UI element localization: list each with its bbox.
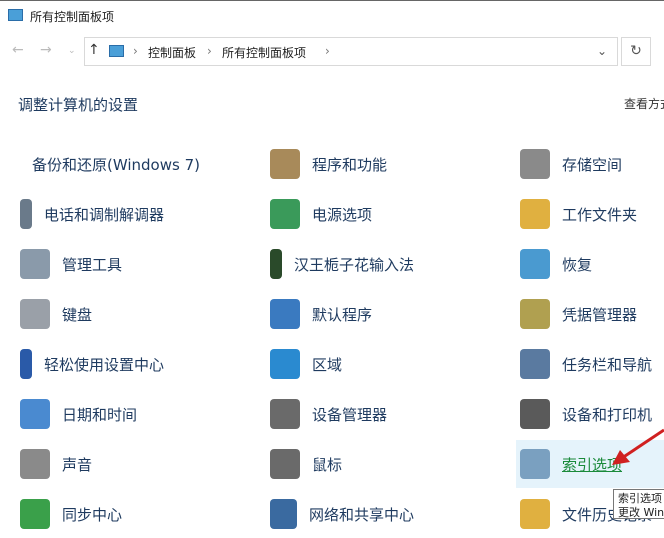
control-panel-item[interactable]: 日期和时间 [16,390,164,438]
item-icon [270,299,300,329]
item-label: 日期和时间 [62,405,138,424]
item-icon [520,499,550,529]
item-icon [20,249,50,279]
item-label: 键盘 [62,305,93,324]
item-label: 存储空间 [562,155,623,174]
item-icon [520,449,550,479]
item-label: 默认程序 [312,305,373,324]
control-panel-item[interactable]: 备份和还原(Windows 7) [16,140,200,188]
item-icon [520,299,550,329]
item-label: 程序和功能 [312,155,388,174]
recent-dropdown-icon[interactable]: ⌄ [68,46,76,56]
control-panel-item[interactable]: 电源选项 [266,190,414,238]
item-icon [520,149,550,179]
breadcrumb-all-items[interactable]: 所有控制面板项 [222,44,306,61]
item-icon [270,499,297,529]
control-panel-item[interactable]: 任务栏和导航 [516,340,664,388]
control-panel-item[interactable]: 设备管理器 [266,390,414,438]
item-label: 轻松使用设置中心 [43,355,164,374]
tooltip-title: 索引选项 [618,492,662,505]
control-panel-item[interactable]: 声音 [16,440,164,488]
item-label: 恢复 [562,255,593,274]
tooltip: 索引选项 更改 Windows 索引 [613,489,664,519]
item-label: 电源选项 [312,205,373,224]
item-label: 工作文件夹 [562,205,638,224]
control-panel-item[interactable]: 程序和功能 [266,140,414,188]
control-panel-icon [8,9,23,21]
control-panel-item[interactable]: 网络和共享中心 [266,490,414,538]
item-label: 鼠标 [312,455,343,474]
forward-icon[interactable]: → [40,42,52,58]
item-icon [20,299,50,329]
item-label: 网络和共享中心 [308,505,414,524]
item-icon [520,249,550,279]
item-label: 电话和调制解调器 [43,205,164,224]
control-panel-item[interactable]: 键盘 [16,290,164,338]
control-panel-item[interactable]: 鼠标 [266,440,414,488]
item-icon [20,399,50,429]
item-label: 备份和还原(Windows 7) [32,155,200,174]
item-label: 设备管理器 [312,405,388,424]
item-icon [520,399,550,429]
item-label: 声音 [62,455,93,474]
item-icon [20,449,50,479]
chevron-down-icon[interactable]: ⌄ [597,44,607,58]
item-icon [270,349,300,379]
address-bar[interactable]: › 控制面板 › 所有控制面板项 › ⌄ [84,37,618,66]
item-icon [20,499,50,529]
window-title: 所有控制面板项 [30,10,115,24]
item-label: 汉王栀子花输入法 [293,255,414,274]
item-icon [270,249,282,279]
control-panel-item[interactable]: 区域 [266,340,414,388]
control-panel-item[interactable]: 管理工具 [16,240,164,288]
item-label: 凭据管理器 [562,305,638,324]
control-panel-item[interactable]: 存储空间 [516,140,664,188]
breadcrumb-control-panel[interactable]: 控制面板 [148,44,196,61]
control-panel-item[interactable]: 汉王栀子花输入法 [266,240,414,288]
item-icon [20,349,32,379]
chevron-right-icon: › [133,44,138,58]
control-panel-item[interactable]: 轻松使用设置中心 [16,340,164,388]
refresh-button[interactable]: ↻ [621,37,651,66]
chevron-right-icon: › [207,44,212,58]
item-icon [270,449,300,479]
control-panel-item[interactable]: 工作文件夹 [516,190,664,238]
item-label: 管理工具 [62,255,123,274]
title-bar: 所有控制面板项 [0,0,664,32]
chevron-right-icon[interactable]: › [325,44,330,58]
item-icon [20,199,32,229]
red-arrow-annotation [612,428,664,465]
view-by-label[interactable]: 查看方式 [624,95,664,112]
control-panel-item[interactable]: 凭据管理器 [516,290,664,338]
item-icon [520,199,550,229]
control-panel-item[interactable]: 恢复 [516,240,664,288]
item-icon [270,399,300,429]
control-panel-item[interactable]: 默认程序 [266,290,414,338]
item-icon [270,149,300,179]
control-panel-item[interactable]: 同步中心 [16,490,164,538]
control-panel-item[interactable]: 电话和调制解调器 [16,190,164,238]
control-panel-icon [109,45,124,57]
item-label: 区域 [312,355,343,374]
item-label: 同步中心 [62,505,123,524]
back-icon[interactable]: ← [12,42,24,58]
item-label: 任务栏和导航 [562,355,653,374]
item-icon [270,199,300,229]
tooltip-desc: 更改 Windows 索引 [618,506,664,519]
item-icon [520,349,550,379]
page-title: 调整计算机的设置 [18,96,139,114]
